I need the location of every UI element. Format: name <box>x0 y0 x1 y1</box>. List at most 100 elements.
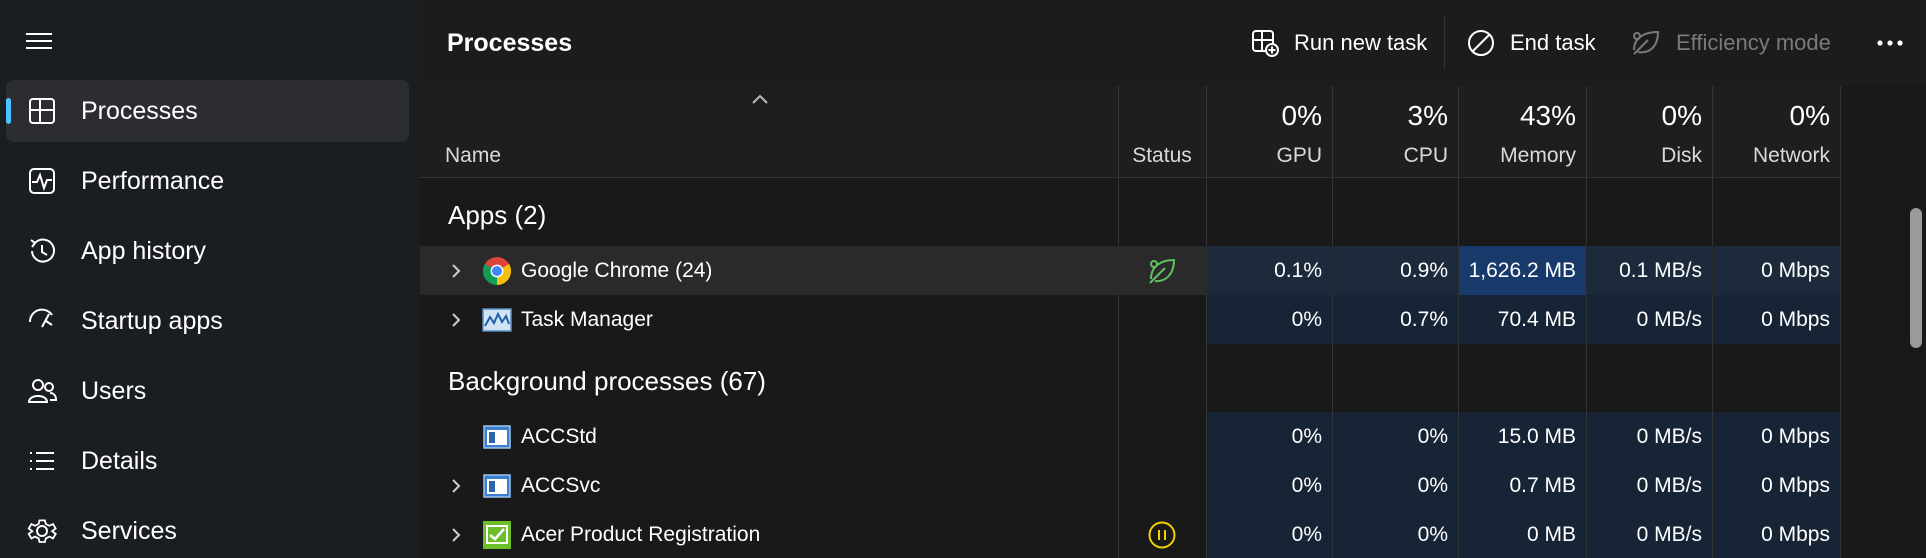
gpu-total-percent: 0% <box>1281 100 1322 131</box>
chevron-right-icon[interactable] <box>450 477 462 495</box>
toolbar: Processes Run new task End task Efficien… <box>420 0 1926 86</box>
task-manager-icon <box>482 308 512 332</box>
run-new-task-label: Run new task <box>1294 30 1428 55</box>
memory-cell: 1,626.2 MB <box>1459 246 1586 295</box>
disk-cell: 0.1 MB/s <box>1587 246 1712 295</box>
application-window-icon <box>483 474 511 498</box>
gpu-cell: 0% <box>1207 412 1332 461</box>
column-cpu[interactable]: CPU <box>1332 144 1448 168</box>
processes-icon <box>29 98 55 124</box>
end-task-icon <box>1468 30 1494 56</box>
network-cell: 0 Mbps <box>1713 246 1840 295</box>
cpu-cell: 0% <box>1333 510 1458 558</box>
sidebar-item-users[interactable]: Users <box>6 360 409 422</box>
chevron-right-icon[interactable] <box>450 262 462 280</box>
cpu-cell: 0.9% <box>1333 246 1458 295</box>
efficiency-mode-label: Efficiency mode <box>1676 30 1831 55</box>
memory-cell: 15.0 MB <box>1459 412 1586 461</box>
services-icon <box>27 519 57 543</box>
process-name: ACCSvc <box>521 474 601 497</box>
sidebar: Processes Performance App history Startu… <box>0 0 420 558</box>
cpu-cell: 0.7% <box>1333 295 1458 344</box>
network-total-percent: 0% <box>1789 100 1830 131</box>
toolbar-divider <box>1444 16 1445 70</box>
memory-cell: 70.4 MB <box>1459 295 1586 344</box>
efficiency-leaf-icon <box>1633 30 1660 55</box>
startup-icon <box>28 308 53 328</box>
sort-ascending-icon[interactable] <box>750 92 770 106</box>
column-network[interactable]: Network <box>1712 144 1830 168</box>
active-indicator <box>6 98 11 124</box>
end-task-button[interactable]: End task <box>1466 20 1596 66</box>
column-status[interactable]: Status <box>1118 144 1206 168</box>
sidebar-item-label: Services <box>81 517 177 545</box>
users-icon <box>27 379 58 403</box>
column-disk[interactable]: Disk <box>1586 144 1702 168</box>
sidebar-item-performance[interactable]: Performance <box>6 150 409 212</box>
suspended-pause-icon <box>1148 521 1176 549</box>
main-panel: Processes Run new task End task Efficien… <box>420 0 1926 558</box>
memory-cell: 0 MB <box>1459 510 1586 558</box>
more-options-icon[interactable] <box>1872 28 1908 58</box>
history-icon <box>30 238 55 263</box>
table-row[interactable]: Google Chrome (24) 0.1% 0.9% 1,626.2 MB … <box>420 246 1840 295</box>
chevron-right-icon[interactable] <box>450 526 462 544</box>
table-row[interactable]: Acer Product Registration 0% 0% 0 MB 0 M… <box>420 510 1840 558</box>
gpu-cell: 0% <box>1207 461 1332 510</box>
table-row[interactable]: Task Manager 0% 0.7% 70.4 MB 0 MB/s 0 Mb… <box>420 295 1840 344</box>
network-cell: 0 Mbps <box>1713 510 1840 558</box>
efficiency-leaf-icon <box>1149 258 1176 284</box>
network-cell: 0 Mbps <box>1713 461 1840 510</box>
sidebar-item-services[interactable]: Services <box>6 500 409 558</box>
column-divider <box>1840 86 1841 558</box>
sidebar-item-label: Details <box>81 447 158 475</box>
group-title-background: Background processes (67) <box>448 366 766 396</box>
sidebar-item-details[interactable]: Details <box>6 430 409 492</box>
disk-cell: 0 MB/s <box>1587 295 1712 344</box>
sidebar-item-label: Performance <box>81 167 225 195</box>
disk-cell: 0 MB/s <box>1587 461 1712 510</box>
group-title-apps: Apps (2) <box>448 200 547 230</box>
gpu-cell: 0.1% <box>1207 246 1332 295</box>
hamburger-menu-icon[interactable] <box>22 26 56 56</box>
sidebar-item-label: App history <box>81 237 207 265</box>
chrome-icon <box>483 257 511 285</box>
run-new-task-button[interactable]: Run new task <box>1250 20 1427 66</box>
sidebar-item-processes[interactable]: Processes <box>6 80 409 142</box>
end-task-label: End task <box>1510 30 1596 55</box>
network-cell: 0 Mbps <box>1713 412 1840 461</box>
column-name[interactable]: Name <box>445 144 501 168</box>
table-row[interactable]: ACCSvc 0% 0% 0.7 MB 0 MB/s 0 Mbps <box>420 461 1840 510</box>
disk-total-percent: 0% <box>1661 100 1702 131</box>
acer-registration-icon <box>483 521 511 549</box>
run-new-task-icon <box>1252 30 1279 57</box>
process-name: Acer Product Registration <box>521 523 761 546</box>
process-name: Task Manager <box>521 308 653 331</box>
gpu-cell: 0% <box>1207 295 1332 344</box>
gpu-cell: 0% <box>1207 510 1332 558</box>
cpu-cell: 0% <box>1333 412 1458 461</box>
cpu-total-percent: 3% <box>1407 100 1448 131</box>
network-cell: 0 Mbps <box>1713 295 1840 344</box>
column-memory[interactable]: Memory <box>1458 144 1576 168</box>
sidebar-item-startup-apps[interactable]: Startup apps <box>6 290 409 352</box>
sidebar-item-app-history[interactable]: App history <box>6 220 409 282</box>
page-title: Processes <box>447 29 573 57</box>
process-name: Google Chrome (24) <box>521 259 713 282</box>
sidebar-item-label: Startup apps <box>81 307 223 335</box>
disk-cell: 0 MB/s <box>1587 412 1712 461</box>
scrollbar-thumb[interactable] <box>1910 208 1922 348</box>
sidebar-item-label: Processes <box>81 97 198 125</box>
disk-cell: 0 MB/s <box>1587 510 1712 558</box>
column-gpu[interactable]: GPU <box>1206 144 1322 168</box>
memory-total-percent: 43% <box>1519 100 1576 131</box>
efficiency-mode-button[interactable]: Efficiency mode <box>1630 20 1831 66</box>
details-icon <box>30 452 54 470</box>
memory-cell: 0.7 MB <box>1459 461 1586 510</box>
application-window-icon <box>483 425 511 449</box>
performance-icon <box>29 168 55 194</box>
sidebar-item-label: Users <box>81 377 147 405</box>
table-row[interactable]: ACCStd 0% 0% 15.0 MB 0 MB/s 0 Mbps <box>420 412 1840 461</box>
cpu-cell: 0% <box>1333 461 1458 510</box>
chevron-right-icon[interactable] <box>450 311 462 329</box>
